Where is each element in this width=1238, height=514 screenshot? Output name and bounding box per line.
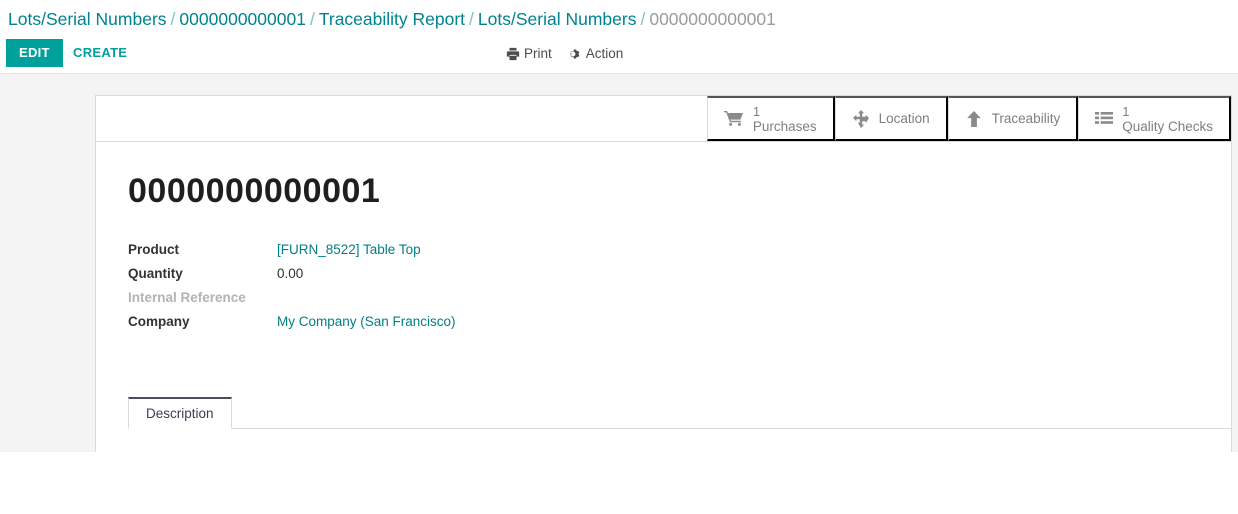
field-value-internal-reference [277, 286, 456, 310]
action-menu[interactable]: Action [568, 46, 624, 61]
stat-button-text: 1 Purchases [753, 104, 817, 134]
field-row: Quantity 0.00 [128, 262, 456, 286]
breadcrumb-separator: / [309, 9, 315, 29]
shopping-cart-icon [723, 110, 744, 128]
breadcrumb-item-3[interactable]: Traceability Report [319, 9, 465, 29]
stat-button-quality-checks[interactable]: 1 Quality Checks [1078, 96, 1231, 141]
record-fields: Product [FURN_8522] Table Top Quantity 0.00… [128, 238, 456, 334]
record-fields-body: Product [FURN_8522] Table Top Quantity 0.00… [128, 238, 456, 334]
control-panel: EDIT CREATE Print Action [0, 37, 1238, 74]
breadcrumb-items: Lots/Serial Numbers/0000000000001/Tracea… [8, 9, 776, 29]
stat-button-label: Location [878, 111, 930, 126]
breadcrumb-item-2[interactable]: 0000000000001 [179, 9, 306, 29]
print-label: Print [524, 46, 552, 61]
edit-button[interactable]: EDIT [6, 39, 63, 67]
list-icon [1095, 111, 1114, 127]
stat-button-value: 1 [752, 103, 761, 119]
breadcrumb-separator: / [170, 9, 176, 29]
record-sheet: 1 Purchases Location Traceability 1 Quality C… [95, 95, 1232, 452]
stat-button-text: Location [879, 111, 930, 126]
sheet-inner: 0000000000001 Product [FURN_8522] Table T… [96, 142, 1231, 334]
field-link[interactable]: [FURN_8522] Table Top [277, 242, 421, 257]
field-link[interactable]: My Company (San Francisco) [277, 314, 456, 329]
stat-button-traceability[interactable]: Traceability [947, 96, 1079, 141]
stat-button-row: 1 Purchases Location Traceability 1 Quality C… [96, 96, 1231, 142]
control-panel-actions: Print Action [506, 46, 623, 61]
stat-button-text: 1 Quality Checks [1122, 104, 1213, 134]
breadcrumb-separator: / [469, 9, 474, 29]
breadcrumb-item-4[interactable]: Lots/Serial Numbers [478, 9, 637, 29]
field-label-quantity: Quantity [128, 266, 183, 281]
breadcrumb-item-5: 0000000000001 [649, 9, 776, 29]
print-menu[interactable]: Print [506, 46, 552, 61]
field-label-internal-reference: Internal Reference [128, 290, 246, 305]
arrow-up-icon [965, 110, 983, 128]
stat-button-label: Purchases [752, 118, 817, 134]
stat-button-purchases[interactable]: 1 Purchases [706, 96, 835, 141]
breadcrumb: Lots/Serial Numbers/0000000000001/Tracea… [0, 0, 1238, 37]
stat-button-value: 1 [1122, 103, 1130, 119]
gear-icon [568, 47, 582, 61]
stat-button-location[interactable]: Location [834, 96, 948, 141]
tab-description[interactable]: Description [128, 397, 232, 429]
field-value-company[interactable]: My Company (San Francisco) [277, 310, 456, 334]
field-row: Company My Company (San Francisco) [128, 310, 456, 334]
field-label-product: Product [128, 242, 180, 257]
create-button[interactable]: CREATE [62, 39, 138, 67]
action-label: Action [585, 46, 624, 61]
breadcrumb-item-1[interactable]: Lots/Serial Numbers [8, 9, 167, 29]
notebook-tab-pane [128, 429, 1231, 452]
printer-icon [506, 47, 520, 61]
field-row: Product [FURN_8522] Table Top [128, 238, 456, 262]
page-body: 1 Purchases Location Traceability 1 Quality C… [0, 74, 1238, 452]
field-value-quantity: 0.00 [277, 266, 304, 281]
field-label-company: Company [128, 314, 190, 329]
stat-button-label: Traceability [991, 111, 1061, 126]
notebook-tab-strip: Description [128, 397, 1231, 429]
arrows-move-icon [852, 109, 870, 128]
stat-button-label: Quality Checks [1122, 118, 1213, 134]
breadcrumb-separator: / [640, 9, 646, 29]
notebook: Description [96, 397, 1231, 452]
page-title: 0000000000001 [128, 172, 381, 210]
field-row: Internal Reference [128, 286, 456, 310]
stat-button-text: Traceability [992, 111, 1061, 126]
field-value-product[interactable]: [FURN_8522] Table Top [277, 238, 456, 262]
